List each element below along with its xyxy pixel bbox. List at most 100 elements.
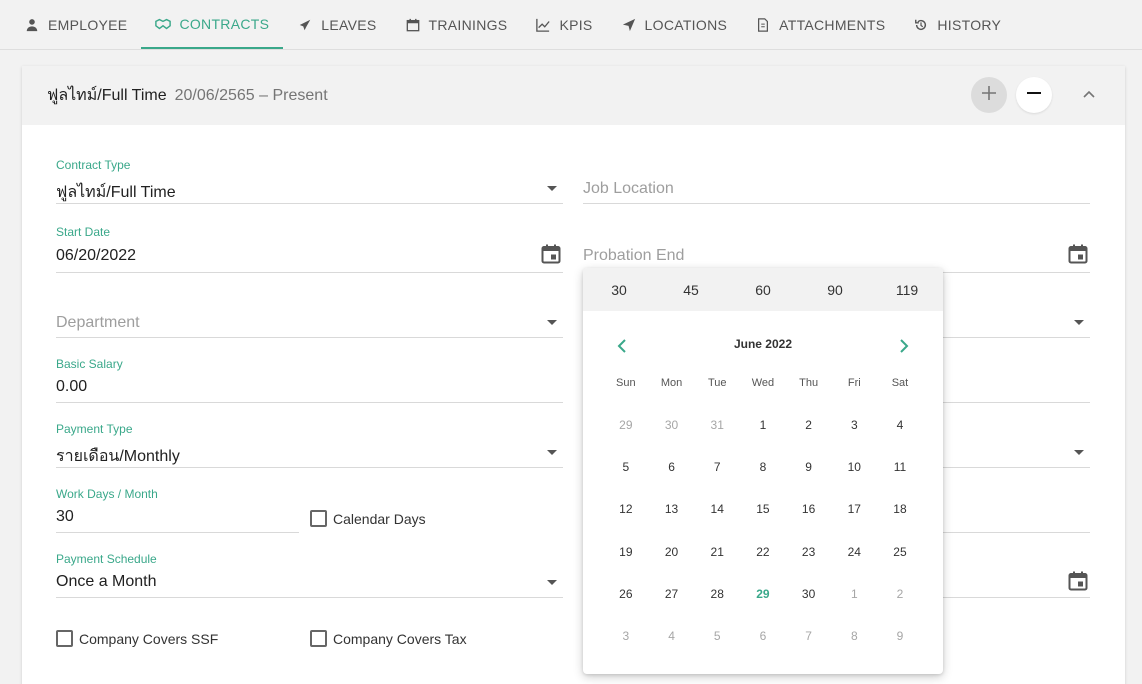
calendar-day[interactable]: 31 [694,418,740,432]
job-location-placeholder: Job Location [583,180,674,197]
checkbox-box[interactable] [310,510,327,527]
calendar-day[interactable]: 16 [786,502,832,516]
right-field-2[interactable] [940,355,1090,403]
calendar-day[interactable]: 30 [786,587,832,601]
calendar-day[interactable]: 14 [694,502,740,516]
company-covers-ssf-checkbox[interactable]: Company Covers SSF [56,630,218,647]
department-select[interactable]: Department [56,290,563,338]
tab-employee[interactable]: EMPLOYEE [10,0,141,49]
right-field-4[interactable] [940,485,1090,533]
calendar-day[interactable]: 6 [740,629,786,643]
remove-button[interactable] [1016,77,1052,113]
calendar-day[interactable]: 8 [831,629,877,643]
tab-trainings[interactable]: TRAININGS [391,0,522,49]
preset-45[interactable]: 45 [655,282,727,298]
job-location-select[interactable]: Job Location [583,155,1090,204]
tab-leaves[interactable]: LEAVES [283,0,390,49]
contract-type-value: ฟูลไทม์/Full Time [56,184,176,201]
chevron-down-icon [547,186,557,191]
calendar-day[interactable]: 13 [649,502,695,516]
calendar-day[interactable]: 11 [877,460,923,474]
tab-contracts[interactable]: CONTRACTS [141,0,284,49]
right-select-1[interactable] [940,290,1090,338]
calendar-day[interactable]: 29 [603,418,649,432]
month-label[interactable]: June 2022 [583,337,943,351]
calendar-day[interactable]: 30 [649,418,695,432]
calendar-icon[interactable] [541,244,561,264]
company-covers-tax-checkbox[interactable]: Company Covers Tax [310,630,467,647]
preset-60[interactable]: 60 [727,282,799,298]
calendar-day[interactable]: 12 [603,502,649,516]
checkbox-box[interactable] [56,630,73,647]
contract-header[interactable]: ฟูลไทม์/Full Time 20/06/2565 – Present [22,66,1125,125]
calendar-day[interactable]: 9 [786,460,832,474]
right-select-3[interactable] [940,420,1090,468]
payment-schedule-label: Payment Schedule [56,552,157,566]
calendar-day[interactable]: 15 [740,502,786,516]
preset-119[interactable]: 119 [871,282,943,298]
calendar-day[interactable]: 2 [786,418,832,432]
add-button[interactable] [971,77,1007,113]
person-icon [24,17,40,33]
calendar-day[interactable]: 3 [831,418,877,432]
calendar-day[interactable]: 26 [603,587,649,601]
calendar-days-checkbox[interactable]: Calendar Days [310,510,426,527]
checkbox-box[interactable] [310,630,327,647]
tab-locations[interactable]: LOCATIONS [607,0,742,49]
calendar-day[interactable]: 4 [877,418,923,432]
basic-salary-field[interactable]: Basic Salary 0.00 [56,355,563,403]
calendar-day[interactable]: 6 [649,460,695,474]
calendar-day[interactable]: 23 [786,545,832,559]
calendar-day[interactable]: 7 [694,460,740,474]
calendar-day[interactable]: 9 [877,629,923,643]
calendar-day-today[interactable]: 29 [740,587,786,601]
preset-30[interactable]: 30 [583,282,655,298]
work-days-field[interactable]: Work Days / Month 30 [56,485,299,533]
tab-history[interactable]: HISTORY [899,0,1015,49]
calendar-day[interactable]: 19 [603,545,649,559]
calendar-icon[interactable] [1068,244,1088,264]
payment-type-value: รายเดือน/Monthly [56,448,180,465]
department-placeholder: Department [56,314,140,331]
calendar-grid: 29 30 31 1 2 3 4 5 6 7 8 9 10 11 12 13 1… [603,404,923,657]
payment-schedule-select[interactable]: Payment Schedule Once a Month [56,550,563,598]
tab-attachments[interactable]: ATTACHMENTS [741,0,899,49]
probation-end-field[interactable]: Probation End [583,222,1090,273]
payment-type-select[interactable]: Payment Type รายเดือน/Monthly [56,420,563,468]
calendar-day[interactable]: 25 [877,545,923,559]
calendar-day[interactable]: 5 [694,629,740,643]
calendar-day[interactable]: 20 [649,545,695,559]
calendar-day[interactable]: 8 [740,460,786,474]
tab-kpis[interactable]: KPIS [521,0,606,49]
work-days-label: Work Days / Month [56,487,158,501]
start-date-field[interactable]: Start Date 06/20/2022 [56,222,563,273]
preset-90[interactable]: 90 [799,282,871,298]
calendar-icon[interactable] [1068,571,1088,591]
weekday-label: Mon [660,377,683,389]
tab-label: CONTRACTS [179,15,270,32]
chevron-right-icon[interactable] [892,334,916,358]
calendar-day[interactable]: 21 [694,545,740,559]
calendar-day[interactable]: 2 [877,587,923,601]
calendar-day[interactable]: 3 [603,629,649,643]
calendar-day[interactable]: 5 [603,460,649,474]
calendar-day[interactable]: 28 [694,587,740,601]
calendar-day[interactable]: 17 [831,502,877,516]
contract-type-select[interactable]: Contract Type ฟูลไทม์/Full Time [56,155,563,204]
calendar-icon [405,17,421,33]
calendar-day[interactable]: 27 [649,587,695,601]
collapse-button[interactable] [1071,77,1107,113]
calendar-day[interactable]: 10 [831,460,877,474]
calendar-day[interactable]: 1 [740,418,786,432]
contract-dates: 20/06/2565 – Present [174,86,328,104]
calendar-day[interactable]: 18 [877,502,923,516]
company-covers-tax-label: Company Covers Tax [333,630,467,647]
basic-salary-value: 0.00 [56,378,88,395]
calendar-day[interactable]: 7 [786,629,832,643]
calendar-day[interactable]: 1 [831,587,877,601]
calendar-day[interactable]: 24 [831,545,877,559]
right-date-field-5[interactable] [940,550,1090,598]
tab-label: KPIS [559,16,593,33]
calendar-day[interactable]: 22 [740,545,786,559]
calendar-day[interactable]: 4 [649,629,695,643]
